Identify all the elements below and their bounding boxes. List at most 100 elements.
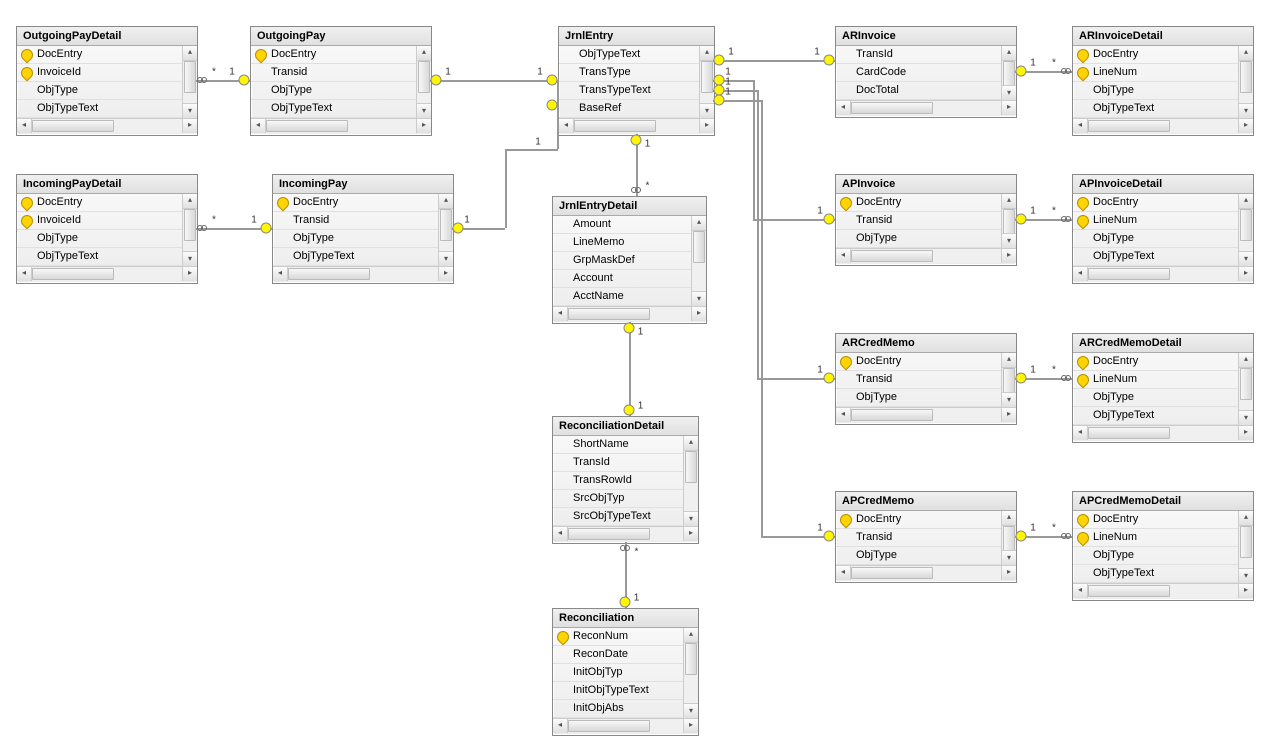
- entity-ReconciliationDetail[interactable]: ReconciliationDetailShortNameTransIdTran…: [552, 416, 699, 544]
- vertical-scrollbar[interactable]: [1001, 46, 1016, 100]
- vertical-scrollbar[interactable]: [438, 194, 453, 266]
- entity-JrnlEntryDetail[interactable]: JrnlEntryDetailAmountLineMemoGrpMaskDefA…: [552, 196, 707, 324]
- key-icon field-DocEntry[interactable]: DocEntry: [17, 46, 183, 64]
- field-ObjType[interactable]: ObjType: [251, 82, 417, 100]
- field-InitObjAbs[interactable]: InitObjAbs: [553, 700, 684, 718]
- field-ObjTypeText[interactable]: ObjTypeText: [17, 100, 183, 118]
- horizontal-scrollbar[interactable]: [17, 118, 197, 133]
- key-icon field-DocEntry[interactable]: DocEntry: [273, 194, 439, 212]
- key-icon field-DocEntry[interactable]: DocEntry: [1073, 353, 1239, 371]
- entity-ARCredMemoDetail[interactable]: ARCredMemoDetailDocEntryLineNumObjTypeOb…: [1072, 333, 1254, 443]
- key-icon field-DocEntry[interactable]: DocEntry: [1073, 511, 1239, 529]
- key-icon field-DocEntry[interactable]: DocEntry: [836, 194, 1002, 212]
- field-ObjType[interactable]: ObjType: [1073, 82, 1239, 100]
- entity-ARCredMemo[interactable]: ARCredMemoDocEntryTransidObjType: [835, 333, 1017, 425]
- field-GrpMaskDef[interactable]: GrpMaskDef: [553, 252, 692, 270]
- field-ObjType[interactable]: ObjType: [836, 547, 1002, 565]
- entity-APCredMemo[interactable]: APCredMemoDocEntryTransidObjType: [835, 491, 1017, 583]
- horizontal-scrollbar[interactable]: [1073, 118, 1253, 133]
- field-CardCode[interactable]: CardCode: [836, 64, 1002, 82]
- vertical-scrollbar[interactable]: [416, 46, 431, 118]
- field-ObjTypeText[interactable]: ObjTypeText: [273, 248, 439, 266]
- key-icon field-LineNum[interactable]: LineNum: [1073, 64, 1239, 82]
- field-ObjType[interactable]: ObjType: [17, 82, 183, 100]
- key-icon field-DocEntry[interactable]: DocEntry: [17, 194, 183, 212]
- field-InitObjTyp[interactable]: InitObjTyp: [553, 664, 684, 682]
- horizontal-scrollbar[interactable]: [836, 407, 1016, 422]
- field-TransTypeText[interactable]: TransTypeText: [559, 82, 700, 100]
- vertical-scrollbar[interactable]: [182, 194, 197, 266]
- horizontal-scrollbar[interactable]: [559, 118, 714, 133]
- field-TransId[interactable]: TransId: [836, 46, 1002, 64]
- field-ObjType[interactable]: ObjType: [836, 230, 1002, 248]
- key-icon field-LineNum[interactable]: LineNum: [1073, 212, 1239, 230]
- vertical-scrollbar[interactable]: [691, 216, 706, 306]
- entity-IncomingPay[interactable]: IncomingPayDocEntryTransidObjTypeObjType…: [272, 174, 454, 284]
- entity-APInvoiceDetail[interactable]: APInvoiceDetailDocEntryLineNumObjTypeObj…: [1072, 174, 1254, 284]
- vertical-scrollbar[interactable]: [699, 46, 714, 118]
- field-AcctName[interactable]: AcctName: [553, 288, 692, 306]
- field-Transid[interactable]: Transid: [251, 64, 417, 82]
- entity-JrnlEntry[interactable]: JrnlEntryObjTypeTextTransTypeTransTypeTe…: [558, 26, 715, 136]
- vertical-scrollbar[interactable]: [1001, 511, 1016, 565]
- entity-APInvoice[interactable]: APInvoiceDocEntryTransidObjType: [835, 174, 1017, 266]
- entity-OutgoingPayDetail[interactable]: OutgoingPayDetailDocEntryInvoiceIdObjTyp…: [16, 26, 198, 136]
- entity-ARInvoiceDetail[interactable]: ARInvoiceDetailDocEntryLineNumObjTypeObj…: [1072, 26, 1254, 136]
- vertical-scrollbar[interactable]: [683, 436, 698, 526]
- key-icon field-DocEntry[interactable]: DocEntry: [836, 353, 1002, 371]
- entity-OutgoingPay[interactable]: OutgoingPayDocEntryTransidObjTypeObjType…: [250, 26, 432, 136]
- field-ObjType[interactable]: ObjType: [17, 230, 183, 248]
- horizontal-scrollbar[interactable]: [1073, 266, 1253, 281]
- field-ObjTypeText[interactable]: ObjTypeText: [559, 46, 700, 64]
- field-TransId[interactable]: TransId: [553, 454, 684, 472]
- field-SrcObjTyp[interactable]: SrcObjTyp: [553, 490, 684, 508]
- field-Transid[interactable]: Transid: [273, 212, 439, 230]
- entity-ARInvoice[interactable]: ARInvoiceTransIdCardCodeDocTotal: [835, 26, 1017, 118]
- key-icon field-LineNum[interactable]: LineNum: [1073, 371, 1239, 389]
- key-icon field-InvoiceId[interactable]: InvoiceId: [17, 212, 183, 230]
- vertical-scrollbar[interactable]: [1238, 194, 1253, 266]
- horizontal-scrollbar[interactable]: [251, 118, 431, 133]
- field-ObjType[interactable]: ObjType: [1073, 389, 1239, 407]
- key-icon field-LineNum[interactable]: LineNum: [1073, 529, 1239, 547]
- field-BaseRef[interactable]: BaseRef: [559, 100, 700, 118]
- vertical-scrollbar[interactable]: [1238, 46, 1253, 118]
- horizontal-scrollbar[interactable]: [553, 306, 706, 321]
- key-icon field-InvoiceId[interactable]: InvoiceId: [17, 64, 183, 82]
- vertical-scrollbar[interactable]: [1001, 353, 1016, 407]
- entity-IncomingPayDetail[interactable]: IncomingPayDetailDocEntryInvoiceIdObjTyp…: [16, 174, 198, 284]
- horizontal-scrollbar[interactable]: [836, 248, 1016, 263]
- field-InitObjTypeText[interactable]: InitObjTypeText: [553, 682, 684, 700]
- field-Transid[interactable]: Transid: [836, 371, 1002, 389]
- horizontal-scrollbar[interactable]: [553, 526, 698, 541]
- field-ObjTypeText[interactable]: ObjTypeText: [1073, 248, 1239, 266]
- field-ObjTypeText[interactable]: ObjTypeText: [17, 248, 183, 266]
- key-icon field-DocEntry[interactable]: DocEntry: [1073, 46, 1239, 64]
- field-ObjType[interactable]: ObjType: [1073, 547, 1239, 565]
- vertical-scrollbar[interactable]: [1238, 353, 1253, 425]
- field-ObjType[interactable]: ObjType: [1073, 230, 1239, 248]
- key-icon field-DocEntry[interactable]: DocEntry: [251, 46, 417, 64]
- vertical-scrollbar[interactable]: [1001, 194, 1016, 248]
- field-Transid[interactable]: Transid: [836, 212, 1002, 230]
- horizontal-scrollbar[interactable]: [836, 565, 1016, 580]
- field-Account[interactable]: Account: [553, 270, 692, 288]
- field-ObjTypeText[interactable]: ObjTypeText: [1073, 407, 1239, 425]
- horizontal-scrollbar[interactable]: [1073, 425, 1253, 440]
- entity-APCredMemoDetail[interactable]: APCredMemoDetailDocEntryLineNumObjTypeOb…: [1072, 491, 1254, 601]
- field-TransRowId[interactable]: TransRowId: [553, 472, 684, 490]
- horizontal-scrollbar[interactable]: [1073, 583, 1253, 598]
- field-ObjType[interactable]: ObjType: [273, 230, 439, 248]
- horizontal-scrollbar[interactable]: [553, 718, 698, 733]
- vertical-scrollbar[interactable]: [683, 628, 698, 718]
- field-TransType[interactable]: TransType: [559, 64, 700, 82]
- vertical-scrollbar[interactable]: [182, 46, 197, 118]
- field-ObjTypeText[interactable]: ObjTypeText: [1073, 565, 1239, 583]
- field-DocTotal[interactable]: DocTotal: [836, 82, 1002, 100]
- field-ObjType[interactable]: ObjType: [836, 389, 1002, 407]
- horizontal-scrollbar[interactable]: [17, 266, 197, 281]
- vertical-scrollbar[interactable]: [1238, 511, 1253, 583]
- field-Amount[interactable]: Amount: [553, 216, 692, 234]
- field-SrcObjTypeText[interactable]: SrcObjTypeText: [553, 508, 684, 526]
- entity-Reconciliation[interactable]: ReconciliationReconNumReconDateInitObjTy…: [552, 608, 699, 736]
